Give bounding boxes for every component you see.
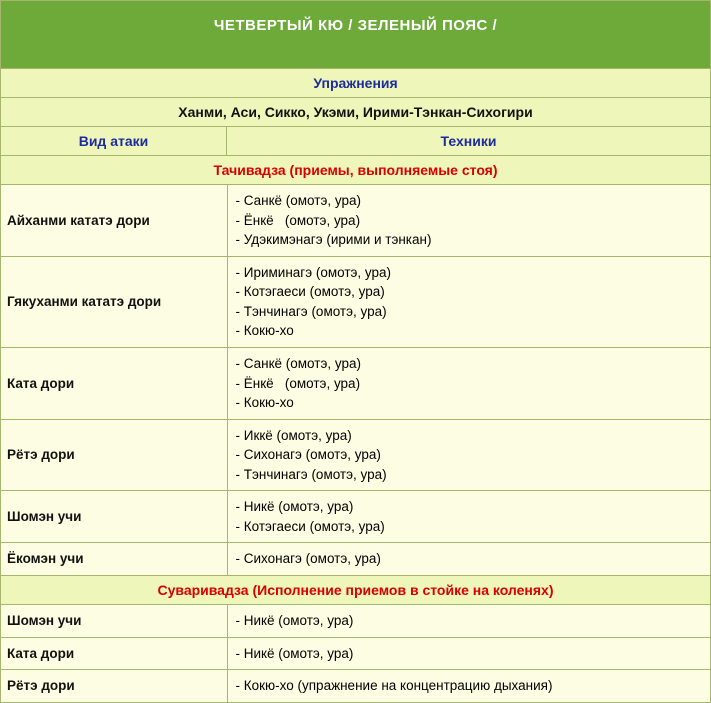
technique-item: - Сихонагэ (омотэ, ура)	[236, 549, 703, 569]
section-header: Суваривадза (Исполнение приемов в стойке…	[1, 576, 710, 605]
techniques-header: Техники	[441, 133, 497, 149]
technique-item: - Никё (омотэ, ура)	[236, 644, 703, 664]
techniques-cell: - Иккё (омотэ, ура)- Сихонагэ (омотэ, ур…	[227, 419, 710, 491]
technique-item: - Санкё (омотэ, ура)	[236, 354, 703, 374]
exercises-list-row: Ханми, Аси, Сикко, Укэми, Ирими-Тэнкан-С…	[1, 98, 710, 127]
technique-item: - Никё (омотэ, ура)	[236, 497, 703, 517]
techniques-cell: - Сихонагэ (омотэ, ура)	[227, 543, 710, 576]
belt-table: ЧЕТВЕРТЫЙ КЮ / ЗЕЛЕНЫЙ ПОЯС / Упражнения…	[0, 0, 711, 703]
techniques-table: Айханми кататэ дори- Санкё (омотэ, ура)-…	[1, 185, 710, 576]
table-row: Ёкомэн учи - Сихонагэ (омотэ, ура)	[1, 543, 710, 576]
exercises-list: Ханми, Аси, Сикко, Укэми, Ирими-Тэнкан-С…	[178, 104, 532, 120]
column-headers: Вид атаки Техники	[1, 127, 710, 156]
techniques-table: Шомэн учи- Никё (омотэ, ура)Ката дори- Н…	[1, 605, 710, 702]
technique-item: - Иккё (омотэ, ура)	[236, 426, 703, 446]
technique-item: - Сихонагэ (омотэ, ура)	[236, 445, 703, 465]
section-header: Тачивадза (приемы, выполняемые стоя)	[1, 156, 710, 185]
technique-item: - Никё (омотэ, ура)	[236, 611, 703, 631]
table-row: Ката дори- Санкё (омотэ, ура)- Ёнкё (омо…	[1, 347, 710, 419]
table-row: Рётэ дори- Иккё (омотэ, ура)- Сихонагэ (…	[1, 419, 710, 491]
table-row: Шомэн учи- Никё (омотэ, ура)- Котэгаеси …	[1, 491, 710, 543]
table-row: Шомэн учи - Никё (омотэ, ура)	[1, 605, 710, 637]
exercises-heading: Упражнения	[1, 69, 710, 98]
attack-cell: Гякуханми кататэ дори	[1, 256, 227, 347]
attack-cell: Айханми кататэ дори	[1, 185, 227, 256]
attack-cell: Рётэ дори	[1, 419, 227, 491]
technique-item: - Тэнчинагэ (омотэ, ура)	[236, 465, 703, 485]
technique-item: - Ириминагэ (омотэ, ура)	[236, 263, 703, 283]
technique-item: - Кокю-хо	[236, 393, 703, 413]
technique-item: - Кокю-хо	[236, 321, 703, 341]
section-header-text: Суваривадза (Исполнение приемов в стойке…	[158, 582, 554, 598]
techniques-cell: - Никё (омотэ, ура)	[227, 605, 710, 637]
technique-item: - Ёнкё (омотэ, ура)	[236, 374, 703, 394]
technique-item: - Котэгаеси (омотэ, ура)	[236, 282, 703, 302]
technique-item: - Удэкимэнагэ (ирими и тэнкан)	[236, 230, 703, 250]
techniques-cell: - Никё (омотэ, ура)- Котэгаеси (омотэ, у…	[227, 491, 710, 543]
attack-cell: Шомэн учи	[1, 491, 227, 543]
table-row: Айханми кататэ дори- Санкё (омотэ, ура)-…	[1, 185, 710, 256]
techniques-cell: - Санкё (омотэ, ура)- Ёнкё (омотэ, ура)-…	[227, 347, 710, 419]
table-row: Рётэ дори - Кокю-хо (упражнение на концен…	[1, 670, 710, 702]
techniques-cell: - Ириминагэ (омотэ, ура)- Котэгаеси (омо…	[227, 256, 710, 347]
sections-container: Тачивадза (приемы, выполняемые стоя) Айха…	[1, 156, 710, 702]
technique-item: - Ёнкё (омотэ, ура)	[236, 211, 703, 231]
attack-cell: Рётэ дори	[1, 670, 227, 702]
attack-kind-header: Вид атаки	[79, 133, 149, 149]
attack-cell: Шомэн учи	[1, 605, 227, 637]
exercises-label: Упражнения	[313, 75, 397, 91]
technique-item: - Тэнчинагэ (омотэ, ура)	[236, 302, 703, 322]
attack-cell: Ката дори	[1, 347, 227, 419]
techniques-cell: - Санкё (омотэ, ура)- Ёнкё (омотэ, ура)-…	[227, 185, 710, 256]
techniques-cell: - Кокю-хо (упражнение на концентрацию ды…	[227, 670, 710, 702]
attack-cell: Ёкомэн учи	[1, 543, 227, 576]
technique-item: - Кокю-хо (упражнение на концентрацию ды…	[236, 676, 703, 696]
section-header-text: Тачивадза (приемы, выполняемые стоя)	[213, 162, 497, 178]
page-title: ЧЕТВЕРТЫЙ КЮ / ЗЕЛЕНЫЙ ПОЯС /	[1, 1, 710, 69]
table-row: Гякуханми кататэ дори- Ириминагэ (омотэ,…	[1, 256, 710, 347]
technique-item: - Санкё (омотэ, ура)	[236, 191, 703, 211]
technique-item: - Котэгаеси (омотэ, ура)	[236, 517, 703, 537]
